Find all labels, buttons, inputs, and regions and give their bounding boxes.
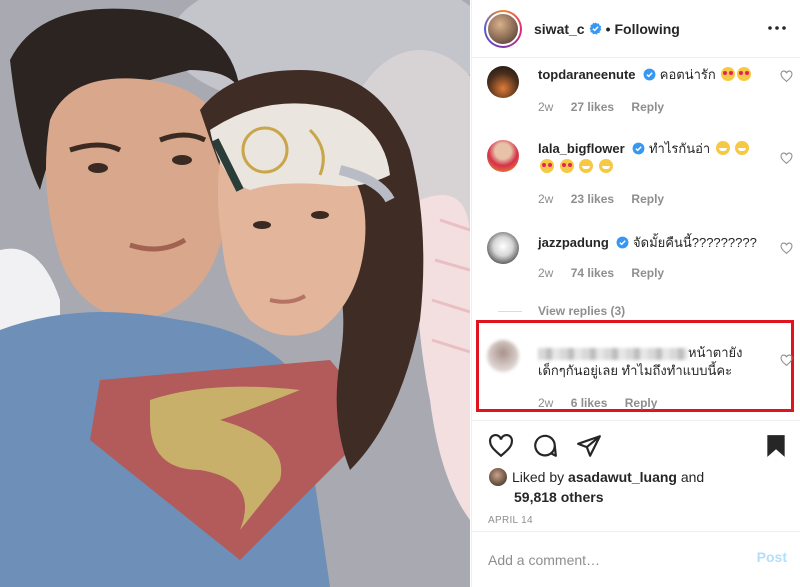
grin-emoji-icon [598,159,613,173]
heart-eyes-emoji-icon [559,159,574,173]
comment-message: คอตน่ารัก [659,67,716,82]
heart-eyes-emoji-icon [721,67,736,81]
blurred-commenter-username [538,347,688,360]
grin-emoji-icon [715,141,730,155]
comment-like-heart-icon[interactable] [780,152,793,165]
reply-button[interactable]: Reply [625,396,658,410]
post-photo[interactable] [0,0,470,587]
verified-badge-icon [632,142,645,155]
commenter-avatar[interactable] [487,232,519,264]
reply-button[interactable]: Reply [631,100,664,114]
commenter-username[interactable]: lala_bigflower [538,141,625,156]
liker-username[interactable]: asadawut_luang [568,469,677,485]
comment-time[interactable]: 2w [538,100,553,114]
couple-selfie-image [0,0,470,587]
header-separator: • [605,20,611,37]
post-side-panel: siwat_c • Following topdaraneenute คอตน่… [471,0,800,587]
commenter-username[interactable]: jazzpadung [538,235,609,250]
more-options-icon[interactable] [767,18,787,38]
comment-meta: 2w 23 likes Reply [538,192,678,206]
post-button[interactable]: Post [757,549,787,565]
comment-time[interactable]: 2w [538,192,553,206]
heart-icon[interactable] [488,433,514,459]
heart-eyes-emoji-icon [540,159,554,173]
grin-emoji-icon [579,159,594,173]
comment-message: จัดมั้ยคืนนี้????????? [633,235,757,250]
comment-likes[interactable]: 6 likes [571,396,608,410]
liked-by-text: Liked by asadawut_luang and 59,818 other… [488,467,788,507]
comment-message: ทำไรกันอ่า [648,141,711,156]
following-button[interactable]: Following [615,21,680,37]
verified-badge-icon [616,236,629,249]
comment-bubble-icon[interactable] [532,433,558,459]
likes-count-link[interactable]: 59,818 others [488,487,788,507]
bookmark-icon[interactable] [763,433,789,459]
view-replies-button[interactable]: View replies (3) [538,304,625,318]
liker-avatar[interactable] [488,467,508,487]
author-avatar[interactable] [484,9,522,48]
commenter-avatar[interactable] [487,140,519,172]
comment-message-line1: หน้าตายัง [688,345,743,360]
comments-list[interactable]: topdaraneenute คอตน่ารัก 2w 27 likes Rep… [472,58,800,420]
comment-message-line2: เด็กๆกันอยู่เลย ทำไมถึงทำแบบนี้คะ [538,363,733,378]
verified-badge-icon [643,68,656,81]
heart-eyes-emoji-icon [737,67,752,81]
liked-by-conjunction: and [680,469,705,485]
comment-likes[interactable]: 27 likes [571,100,614,114]
comment-text: หน้าตายัง เด็กๆกันอยู่เลย ทำไมถึงทำแบบนี… [538,344,768,380]
grin-emoji-icon [735,141,750,155]
post-header: siwat_c • Following [472,0,800,58]
comment-time[interactable]: 2w [538,396,553,410]
blurred-commenter-avatar[interactable] [487,340,519,372]
comment-likes[interactable]: 74 likes [571,266,614,280]
commenter-avatar[interactable] [487,66,519,98]
comment-meta: 2w 6 likes Reply [538,396,671,410]
comment-text: lala_bigflower ทำไรกันอ่า [538,140,768,176]
comment-like-heart-icon[interactable] [780,354,793,367]
reply-button[interactable]: Reply [631,192,664,206]
comment-meta: 2w 74 likes Reply [538,266,678,280]
comment-like-heart-icon[interactable] [780,242,793,255]
comment-time[interactable]: 2w [538,266,553,280]
add-comment-bar: Post [472,531,800,587]
reply-button[interactable]: Reply [631,266,664,280]
comment-likes[interactable]: 23 likes [571,192,614,206]
comment-meta: 2w 27 likes Reply [538,100,678,114]
post-date[interactable]: APRIL 14 [488,515,533,526]
liked-by-prefix: Liked by [512,469,565,485]
comment-text: topdaraneenute คอตน่ารัก [538,66,768,84]
verified-badge-icon [589,22,602,35]
comment-input[interactable] [488,548,728,572]
comment-like-heart-icon[interactable] [780,70,793,83]
commenter-username[interactable]: topdaraneenute [538,67,636,82]
paper-plane-icon[interactable] [576,433,602,459]
author-username[interactable]: siwat_c [534,21,585,37]
comment-text: jazzpadung จัดมั้ยคืนนี้????????? [538,234,768,252]
